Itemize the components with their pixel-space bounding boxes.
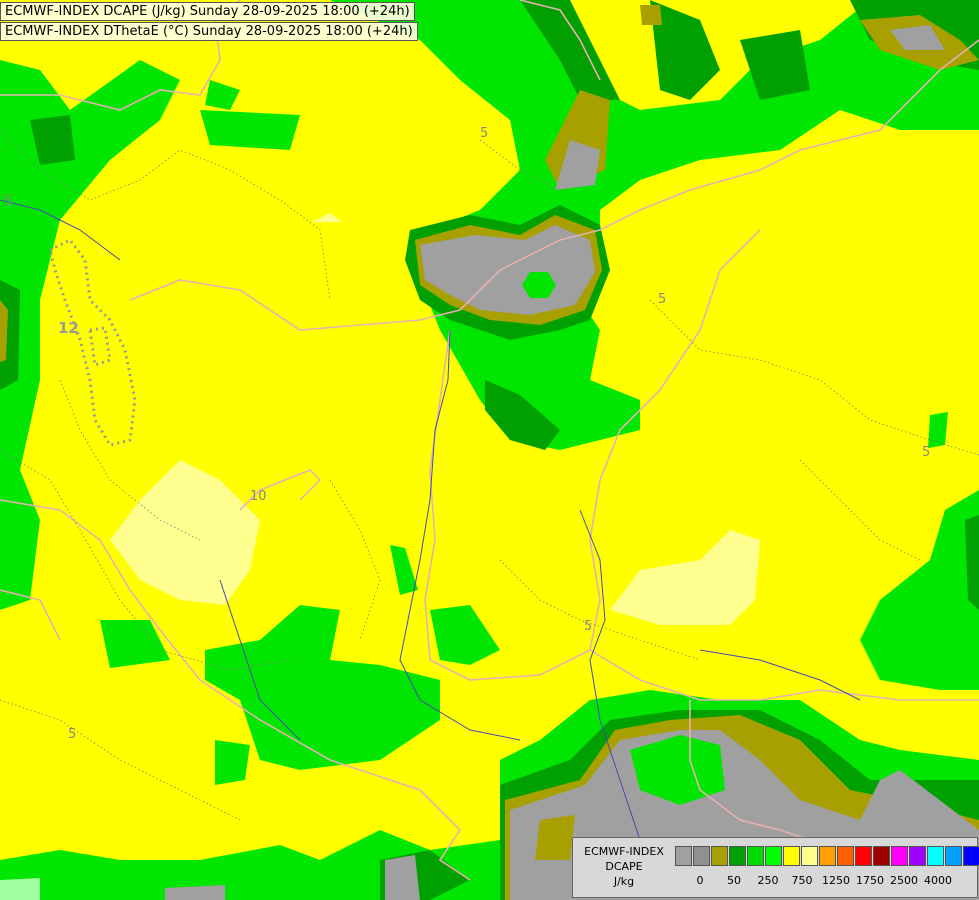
field-paleyellow-south [0,878,40,900]
contour-label: 5 [480,126,488,141]
legend-swatches [675,846,979,866]
legend-tick-label: 2500 [890,874,918,887]
map-title-dcape: ECMWF-INDEX DCAPE (J/kg) Sunday 28-09-20… [0,2,415,21]
legend-text: ECMWF-INDEX DCAPE J/kg [577,844,671,889]
legend-variable: DCAPE [605,860,643,873]
field-olive-south2 [535,815,575,860]
legend-product: ECMWF-INDEX [584,845,664,858]
legend-swatch [909,846,926,866]
legend-swatch [801,846,818,866]
contour-label: 12 [58,319,79,337]
legend-swatch [891,846,908,866]
contour-label: 10 [250,489,267,504]
legend-unit: J/kg [613,875,635,888]
legend-swatch [927,846,944,866]
legend-swatch [819,846,836,866]
legend-swatch [855,846,872,866]
field-green-east2 [928,412,948,448]
contour-label: 5 [922,445,930,460]
legend-swatch [963,846,979,866]
field-green-south5 [215,740,250,785]
legend-swatch [675,846,692,866]
color-legend: ECMWF-INDEX DCAPE J/kg 0 50 250 750 1250 1750… [572,837,979,898]
contour-label: 5 [68,727,76,742]
legend-tick-label: 1250 [822,874,850,887]
legend-swatch [873,846,890,866]
legend-swatch [693,846,710,866]
legend-swatch [711,846,728,866]
legend-swatch [783,846,800,866]
contour-label: 5 [4,194,12,209]
map-title-dthetae: ECMWF-INDEX DThetaE (°C) Sunday 28-09-20… [0,22,418,41]
legend-tick-label: 50 [727,874,741,887]
legend-ticks: 0 50 250 750 1250 1750 2500 4000 [675,874,975,888]
dcape-map: 5 5 5 5 5 10 12 5 [0,0,979,900]
legend-tick-label: 4000 [924,874,952,887]
legend-tick-label: 250 [757,874,779,887]
legend-swatch [729,846,746,866]
legend-tick-label: 1750 [856,874,884,887]
legend-swatch [945,846,962,866]
legend-swatch [747,846,764,866]
field-gray-south2 [385,855,420,900]
legend-swatch [765,846,782,866]
contour-label: 5 [584,619,592,634]
field-green-west3 [200,110,300,150]
legend-tick-label: 0 [696,874,704,887]
legend-swatch [837,846,854,866]
field-olive-north3 [640,5,662,25]
legend-tick-label: 750 [791,874,813,887]
contour-label: 5 [658,292,666,307]
